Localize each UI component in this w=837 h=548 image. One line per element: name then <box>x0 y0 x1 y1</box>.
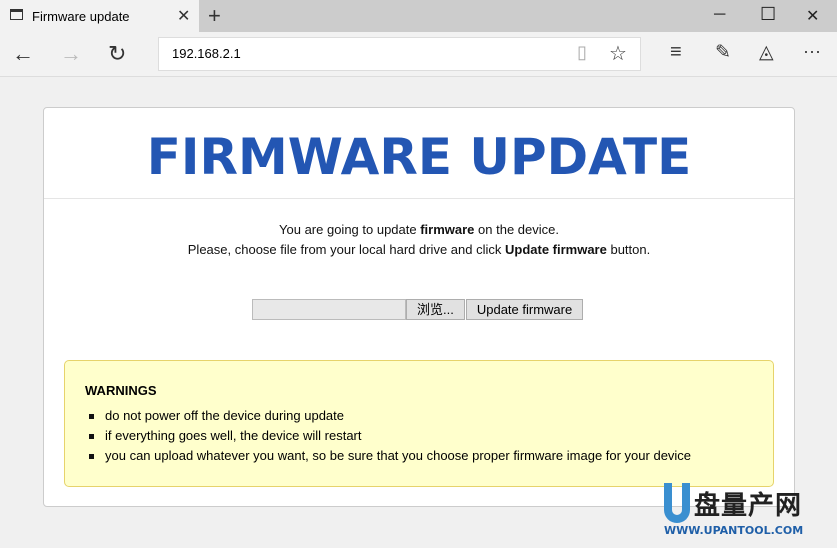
tab-bar: Firmware update ✕ + ─ ☐ ✕ <box>0 0 837 32</box>
nav-bar: ← → ↻ 192.168.2.1 ▯ ☆ ≡ ✎ ◬ ··· <box>0 32 837 77</box>
back-button[interactable]: ← <box>12 41 34 67</box>
warning-item: do not power off the device during updat… <box>85 406 753 426</box>
firmware-card: FIRMWARE UPDATE You are going to update … <box>43 107 795 507</box>
hub-icon[interactable]: ≡ <box>670 41 682 64</box>
reading-view-icon[interactable]: ▯ <box>577 42 587 63</box>
upload-form: 浏览... Update firmware <box>252 299 584 320</box>
url-text: 192.168.2.1 <box>172 46 241 61</box>
file-path-input[interactable] <box>252 299 406 320</box>
new-tab-button[interactable]: + <box>208 3 221 29</box>
watermark-logo: 盘量产网 WWW.UPANTOOL.COM <box>662 483 832 543</box>
minimize-button[interactable]: ─ <box>714 6 725 24</box>
warnings-box: WARNINGS do not power off the device dur… <box>64 360 774 487</box>
instructions: You are going to update firmware on the … <box>187 222 651 257</box>
warnings-title: WARNINGS <box>85 383 157 398</box>
more-icon[interactable]: ··· <box>803 41 821 62</box>
warning-item: you can upload whatever you want, so be … <box>85 446 753 466</box>
refresh-button[interactable]: ↻ <box>108 41 126 67</box>
maximize-button[interactable]: ☐ <box>760 4 776 25</box>
forward-button[interactable]: → <box>60 41 82 67</box>
web-note-icon[interactable]: ✎ <box>715 41 731 64</box>
tab-firmware-update[interactable]: Firmware update ✕ <box>0 0 199 32</box>
close-window-button[interactable]: ✕ <box>806 6 819 26</box>
tab-title: Firmware update <box>32 9 130 24</box>
page-icon <box>10 9 23 20</box>
favorite-star-icon[interactable]: ☆ <box>609 41 627 66</box>
close-tab-icon[interactable]: ✕ <box>177 6 190 26</box>
address-bar[interactable]: 192.168.2.1 ▯ ☆ <box>158 37 641 71</box>
update-firmware-button[interactable]: Update firmware <box>465 299 584 320</box>
warning-item: if everything goes well, the device will… <box>85 426 753 446</box>
page-title: FIRMWARE UPDATE <box>44 108 794 199</box>
share-icon[interactable]: ◬ <box>759 41 774 64</box>
browse-button[interactable]: 浏览... <box>406 299 465 320</box>
